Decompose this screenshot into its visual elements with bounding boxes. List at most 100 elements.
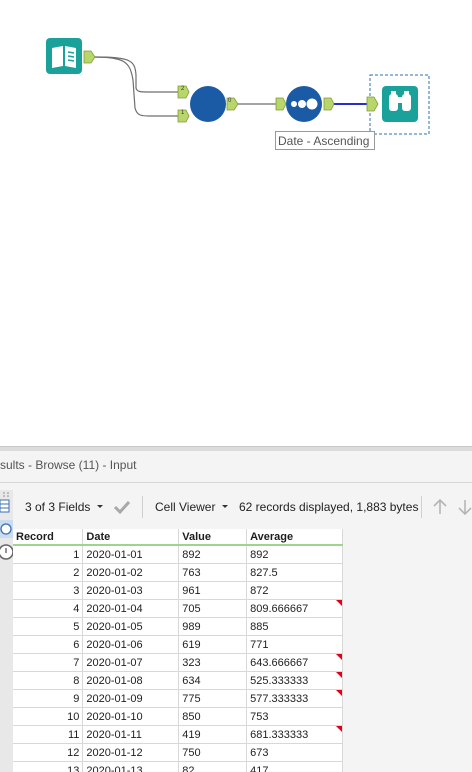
cell-record[interactable]: 3 [13, 581, 84, 600]
table-row[interactable]: 12 2020-01-12 750 673 [13, 743, 343, 762]
table-row[interactable]: 3 2020-01-03 961 872 [13, 581, 343, 600]
workflow-canvas[interactable]: 2 1 0 Date - Ascending [0, 0, 472, 446]
output-anchor [83, 50, 96, 64]
cell-value-text: 775 [182, 692, 201, 705]
cell-value[interactable]: 82 [178, 761, 248, 772]
cell-date[interactable]: 2020-01-07 [82, 653, 180, 672]
table-row[interactable]: 5 2020-01-05 989 885 [13, 617, 343, 636]
cell-average[interactable]: 753 [246, 707, 343, 726]
cell-date-text: 2020-01-11 [86, 728, 142, 741]
cell-average[interactable]: 827.5 [246, 563, 343, 582]
cell-value[interactable]: 850 [178, 707, 248, 726]
truncation-marker [336, 690, 342, 696]
cell-record[interactable]: 8 [13, 671, 84, 690]
cell-record[interactable]: 7 [13, 653, 84, 672]
cell-date[interactable]: 2020-01-03 [82, 581, 180, 600]
workflow-diagram [46, 38, 430, 135]
output-anchor [323, 97, 335, 111]
arrow-down-icon[interactable] [456, 498, 472, 516]
cell-record[interactable]: 6 [13, 635, 84, 654]
cell-value[interactable]: 634 [178, 671, 248, 690]
pane-splitter[interactable] [0, 446, 472, 451]
cell-date[interactable]: 2020-01-02 [82, 563, 180, 582]
cell-average[interactable]: 885 [246, 617, 343, 636]
cell-value[interactable]: 619 [178, 635, 248, 654]
cell-record[interactable]: 5 [13, 617, 84, 636]
cell-average[interactable]: 681.333333 [246, 725, 343, 744]
cell-date[interactable]: 2020-01-09 [82, 689, 180, 708]
cell-record[interactable]: 1 [13, 545, 84, 564]
chevron-down-icon[interactable] [96, 504, 104, 510]
cell-date[interactable]: 2020-01-04 [82, 599, 180, 618]
cell-value[interactable]: 892 [178, 545, 248, 564]
table-row[interactable]: 7 2020-01-07 323 643.666667 [13, 653, 343, 672]
union-tool[interactable] [177, 85, 239, 123]
cell-value[interactable]: 419 [178, 725, 248, 744]
chevron-down-icon[interactable] [221, 504, 229, 510]
browse-tool[interactable] [366, 74, 430, 135]
cell-value[interactable]: 775 [178, 689, 248, 708]
table-row[interactable]: 8 2020-01-08 634 525.333333 [13, 671, 343, 690]
checkmark-icon[interactable] [113, 499, 131, 515]
fields-selector[interactable]: 3 of 3 Fields [25, 500, 90, 514]
table-row[interactable]: 10 2020-01-10 850 753 [13, 707, 343, 726]
results-table[interactable]: Record Date Value Average 1 2020-01-01 892… [13, 529, 343, 772]
cell-viewer-dropdown[interactable]: Cell Viewer [155, 500, 215, 514]
union-anchor-label-bottom: 1 [181, 110, 185, 116]
cell-value-text: 634 [182, 674, 201, 687]
cell-date[interactable]: 2020-01-01 [82, 545, 180, 564]
cell-average[interactable]: 673 [246, 743, 343, 762]
cell-value[interactable]: 989 [178, 617, 248, 636]
cell-date-text: 2020-01-09 [86, 692, 143, 705]
cell-record-text: 9 [73, 692, 80, 705]
table-row[interactable]: 6 2020-01-06 619 771 [13, 635, 343, 654]
cell-average[interactable]: 872 [246, 581, 343, 600]
cell-average[interactable]: 892 [246, 545, 343, 564]
cell-value[interactable]: 961 [178, 581, 248, 600]
input-tool[interactable] [46, 38, 96, 74]
table-row[interactable]: 13 2020-01-13 82 417 [13, 761, 343, 772]
cell-date[interactable]: 2020-01-05 [82, 617, 180, 636]
column-header-date[interactable]: Date [82, 529, 180, 546]
cell-average[interactable]: 525.333333 [246, 671, 343, 690]
sort-tool[interactable] [275, 86, 335, 122]
cell-record[interactable]: 12 [13, 743, 84, 762]
cell-value-text: 705 [182, 602, 201, 615]
table-row[interactable]: 9 2020-01-09 775 577.333333 [13, 689, 343, 708]
cell-record[interactable]: 11 [13, 725, 84, 744]
table-row[interactable]: 2 2020-01-02 763 827.5 [13, 563, 343, 582]
table-row[interactable]: 11 2020-01-11 419 681.333333 [13, 725, 343, 744]
column-header-average[interactable]: Average [246, 529, 343, 546]
cell-date[interactable]: 2020-01-08 [82, 671, 180, 690]
cell-record[interactable]: 13 [13, 761, 84, 772]
cell-value-text: 763 [182, 566, 201, 579]
cell-record[interactable]: 10 [13, 707, 84, 726]
table-row[interactable]: 4 2020-01-04 705 809.666667 [13, 599, 343, 618]
cell-value[interactable]: 705 [178, 599, 248, 618]
column-header-value[interactable]: Value [178, 529, 248, 546]
cell-record[interactable]: 9 [13, 689, 84, 708]
cell-average[interactable]: 771 [246, 635, 343, 654]
cell-average[interactable]: 417 [246, 761, 343, 772]
arrow-up-icon[interactable] [431, 498, 449, 516]
cell-date[interactable]: 2020-01-11 [82, 725, 180, 744]
cell-value[interactable]: 763 [178, 563, 248, 582]
cell-average[interactable]: 577.333333 [246, 689, 343, 708]
cell-average-text: 577.333333 [250, 692, 309, 705]
cell-record[interactable]: 2 [13, 563, 84, 582]
cell-record-text: 1 [73, 548, 80, 561]
column-header-record[interactable]: Record [13, 529, 84, 546]
connection-input-to-union-top [93, 56, 178, 93]
cell-date[interactable]: 2020-01-06 [82, 635, 180, 654]
cell-date-text: 2020-01-03 [86, 584, 143, 597]
cell-average[interactable]: 809.666667 [246, 599, 343, 618]
table-row[interactable]: 1 2020-01-01 892 892 [13, 545, 343, 564]
cell-date[interactable]: 2020-01-12 [82, 743, 180, 762]
cell-record[interactable]: 4 [13, 599, 84, 618]
cell-date[interactable]: 2020-01-13 [82, 761, 180, 772]
cell-average[interactable]: 643.666667 [246, 653, 343, 672]
cell-date[interactable]: 2020-01-10 [82, 707, 180, 726]
cell-value[interactable]: 750 [178, 743, 248, 762]
cell-date-text: 2020-01-12 [86, 746, 143, 759]
cell-value[interactable]: 323 [178, 653, 248, 672]
